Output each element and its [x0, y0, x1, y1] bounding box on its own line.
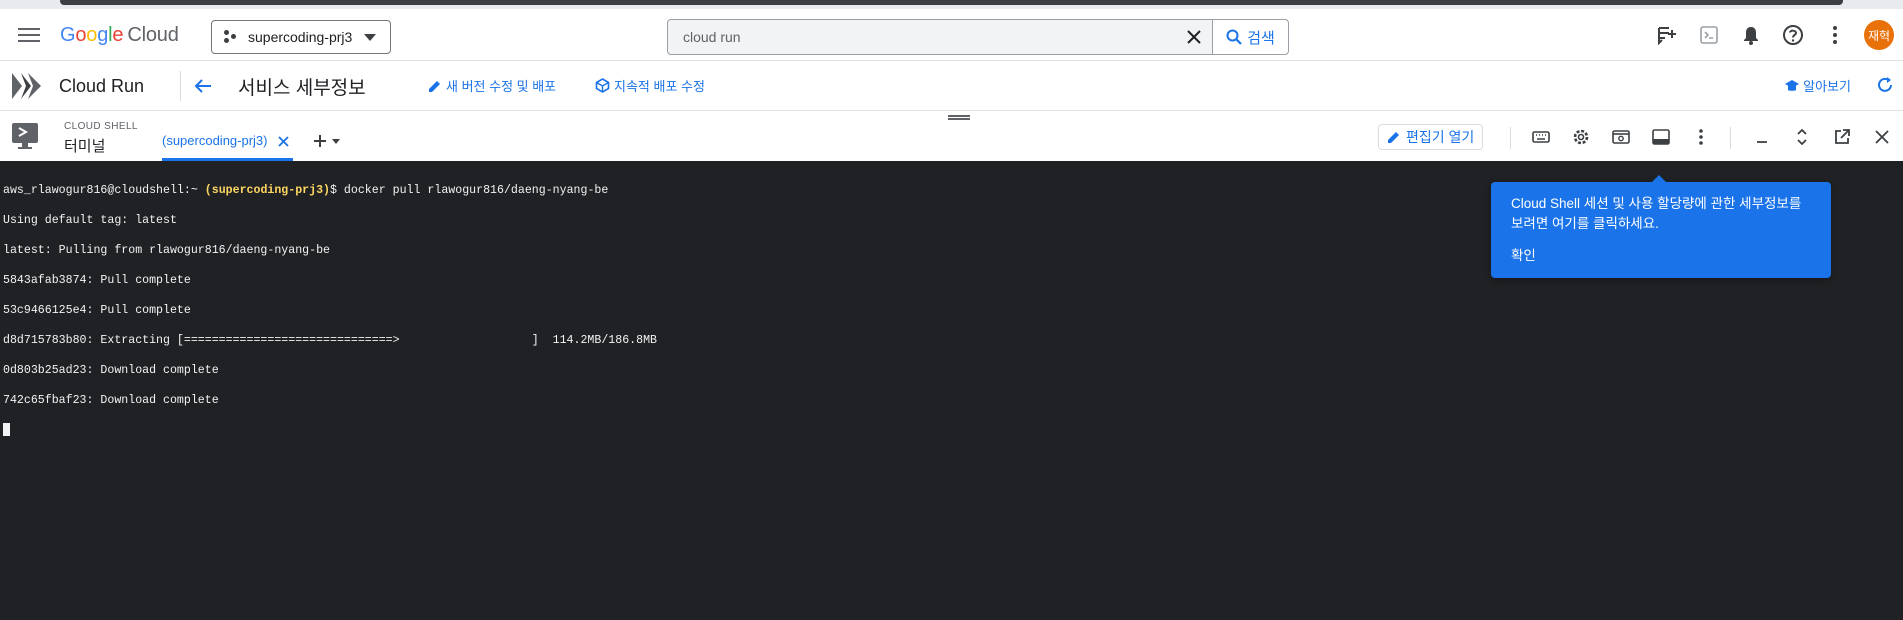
google-cloud-logo[interactable]: Google Cloud: [60, 24, 179, 47]
open-in-new-icon: [1835, 129, 1850, 144]
product-bar: Cloud Run 서비스 세부정보 새 버전 수정 및 배포 지속적 배포 수…: [0, 61, 1903, 111]
logo-letter: e: [112, 24, 124, 46]
back-button[interactable]: [190, 73, 216, 99]
refresh-icon[interactable]: [1875, 75, 1895, 95]
main-menu-icon[interactable]: [16, 25, 42, 45]
close-tab-icon[interactable]: [277, 136, 289, 147]
help-icon: [1783, 25, 1803, 45]
avatar[interactable]: 재혁: [1864, 20, 1894, 50]
layout-button[interactable]: [1647, 123, 1675, 151]
logo-letter: o: [86, 24, 98, 46]
tooltip-message: Cloud Shell 세션 및 사용 할당량에 관한 세부정보를 보려면 여기…: [1511, 196, 1802, 231]
gear-icon: [1573, 129, 1589, 145]
minimize-button[interactable]: [1748, 123, 1776, 151]
notes-button[interactable]: [1649, 17, 1685, 53]
more-shell-options-button[interactable]: [1687, 123, 1715, 151]
resize-handle[interactable]: [948, 115, 970, 120]
keyboard-icon: [1532, 131, 1550, 143]
more-vert-icon: [1833, 26, 1837, 44]
divider: [180, 71, 181, 101]
header-actions: 재혁: [1646, 9, 1903, 61]
arrow-back-icon: [194, 79, 211, 93]
search-icon: [1226, 29, 1242, 45]
open-editor-label: 편집기 열기: [1406, 129, 1475, 145]
edit-deploy-label: 새 버전 수정 및 배포: [446, 79, 557, 94]
prompt-project: (supercoding-prj3): [204, 184, 331, 197]
web-preview-button[interactable]: [1607, 123, 1635, 151]
learn-label: 알아보기: [1803, 79, 1851, 94]
project-picker[interactable]: supercoding-prj3: [211, 20, 391, 54]
open-editor-button[interactable]: 편집기 열기: [1378, 124, 1484, 150]
search-button-label: 검색: [1247, 29, 1275, 47]
feedback-icon: [1658, 27, 1676, 45]
add-tab-button[interactable]: [313, 134, 341, 148]
project-icon: [224, 30, 238, 44]
notifications-button[interactable]: [1733, 17, 1769, 53]
add-icon: [314, 135, 326, 147]
school-icon: [1785, 79, 1800, 91]
cloud-shell-icon: [12, 123, 38, 149]
settings-button[interactable]: [1567, 123, 1595, 151]
terminal-cursor: [3, 423, 10, 436]
logo-letter: g: [97, 24, 109, 46]
more-vert-icon: [1699, 129, 1703, 145]
tab-terminal-session[interactable]: (supercoding-prj3): [162, 133, 293, 161]
edit-continuous-deploy-button[interactable]: 지속적 배포 수정: [595, 76, 705, 95]
browser-top-strip: [0, 0, 1903, 9]
browser-top-bar: [60, 0, 1843, 5]
page-title: 서비스 세부정보: [238, 78, 366, 99]
cube-icon: [595, 78, 610, 93]
cloud-shell-label: CLOUD SHELL: [64, 121, 138, 132]
close-icon: [1875, 130, 1889, 144]
edit-icon: [1388, 132, 1399, 143]
terminal-line: 53c9466125e4: Pull complete: [3, 304, 191, 317]
terminal-line: 742c65fbaf23: Download complete: [3, 394, 219, 407]
keyboard-button[interactable]: [1527, 123, 1555, 151]
chevron-down-icon: [364, 34, 376, 41]
close-shell-button[interactable]: [1868, 123, 1896, 151]
terminal-line: 0d803b25ad23: Download complete: [3, 364, 219, 377]
caret-down-icon: [332, 139, 340, 144]
tooltip-confirm-button[interactable]: 확인: [1511, 244, 1811, 264]
clear-search-button[interactable]: [1176, 20, 1212, 54]
top-header: Google Cloud supercoding-prj3 cloud run 검…: [0, 9, 1903, 61]
terminal-label: 터미널: [64, 138, 106, 155]
logo-letter: G: [60, 24, 76, 46]
minimize-icon: [1757, 141, 1767, 143]
terminal-line: d8d715783b80: Extracting [==============…: [3, 334, 657, 347]
unfold-icon: [1797, 128, 1807, 146]
product-name: Cloud Run: [59, 76, 145, 96]
divider: [1730, 127, 1731, 149]
edit-icon: [429, 80, 440, 92]
project-name: supercoding-prj3: [248, 29, 353, 45]
close-icon: [1187, 30, 1201, 44]
learn-button[interactable]: 알아보기: [1784, 76, 1851, 95]
bell-icon: [1744, 27, 1758, 45]
dock-bottom-icon: [1652, 129, 1670, 145]
maximize-button[interactable]: [1788, 123, 1816, 151]
continuous-deploy-label: 지속적 배포 수정: [614, 79, 705, 94]
logo-letter: o: [75, 24, 87, 46]
search-bar: cloud run 검색: [667, 19, 1289, 55]
tab-label: (supercoding-prj3): [162, 133, 268, 148]
open-new-window-button[interactable]: [1828, 123, 1856, 151]
edit-deploy-button[interactable]: 새 버전 수정 및 배포: [428, 76, 556, 95]
divider: [1510, 127, 1511, 149]
logo-product: Cloud: [127, 24, 179, 46]
terminal-icon: [1700, 26, 1718, 44]
prompt-command: $ docker pull rlawogur816/daeng-nyang-be: [330, 184, 609, 197]
search-input[interactable]: cloud run: [668, 29, 1176, 45]
cloud-shell-tooltip[interactable]: Cloud Shell 세션 및 사용 할당량에 관한 세부정보를 보려면 여기…: [1491, 175, 1831, 278]
cloud-shell-button[interactable]: [1691, 17, 1727, 53]
terminal-cursor-line: [3, 423, 1903, 438]
prompt-user: aws_rlawogur816@cloudshell:~: [3, 184, 198, 197]
web-preview-icon: [1612, 130, 1630, 144]
help-button[interactable]: [1775, 17, 1811, 53]
more-options-button[interactable]: [1817, 17, 1853, 53]
search-button[interactable]: 검색: [1212, 20, 1288, 54]
cloud-run-logo-icon: [12, 73, 41, 99]
